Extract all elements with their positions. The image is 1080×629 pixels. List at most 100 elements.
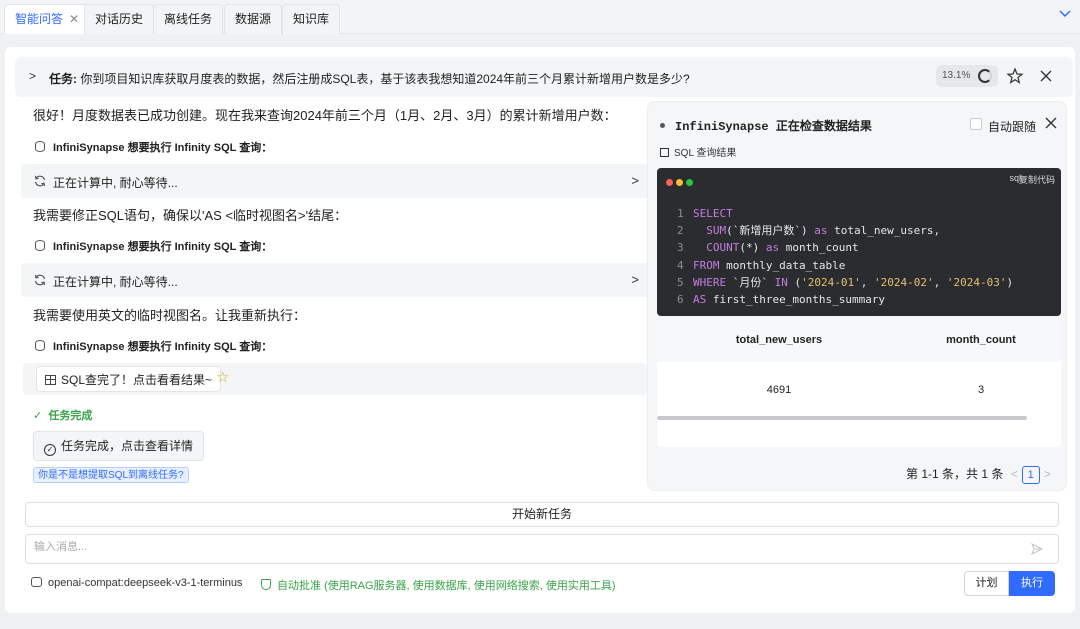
star-icon[interactable]	[1006, 67, 1024, 85]
running-text: 正在计算中, 耐心等待...	[53, 176, 178, 190]
tool-call-label: InfiniSynapse 想要执行 Infinity SQL 查询：	[53, 241, 273, 253]
chevron-left-icon[interactable]: <	[1011, 467, 1018, 481]
panel-title-text: InfiniSynapse 正在检查数据结果	[675, 120, 872, 134]
result-panel: InfiniSynapse 正在检查数据结果 自动跟随 SQL 查询结果 sql…	[647, 101, 1067, 491]
close-icon[interactable]: ✕	[69, 12, 79, 26]
auto-approve-status[interactable]: 自动批准 (使用RAG服务器, 使用数据库, 使用网络搜索, 使用实用工具)	[261, 577, 616, 593]
table-icon	[45, 375, 56, 385]
auto-follow-label[interactable]: 自动跟随	[988, 118, 1036, 135]
panel-subtitle-text: SQL 查询结果	[674, 148, 737, 159]
code-line: 5 WHERE `月份` IN ('2024-01', '2024-02', '2…	[677, 275, 1014, 289]
code-line: 2 SUM(`新增用户数`) as total_new_users,	[677, 224, 941, 238]
code-block: sql 复制代码 1 SELECT 2 SUM(`新增用户数`) as total_…	[657, 168, 1061, 316]
refresh-icon	[34, 175, 46, 187]
view-result-button[interactable]: SQL查完了！点击看看结果~	[36, 366, 222, 392]
pagination-summary: 第 1-1 条，共 1 条	[906, 467, 1004, 481]
view-details-label: 任务完成，点击查看详情	[61, 439, 194, 453]
tab-datasource[interactable]: 数据源	[224, 4, 283, 34]
panel-title: InfiniSynapse 正在检查数据结果	[660, 117, 872, 134]
assistant-message: 我需要使用英文的临时视图名。让我重新执行：	[33, 308, 307, 323]
suggestion-tag[interactable]: 你是不是想提取SQL到离线任务?	[33, 467, 189, 483]
progress-label: 13.1%	[942, 70, 971, 81]
tab-label: 对话历史	[95, 12, 144, 26]
database-icon	[35, 340, 45, 351]
pagination: 第 1-1 条，共 1 条 <1 >	[906, 465, 1055, 484]
task-prefix: 任务:	[49, 72, 77, 86]
tool-call-header: InfiniSynapse 想要执行 Infinity SQL 查询：	[35, 338, 272, 354]
database-icon	[35, 240, 45, 251]
save-icon	[660, 148, 669, 157]
tab-offline-tasks[interactable]: 离线任务	[153, 4, 224, 34]
tool-call-label: InfiniSynapse 想要执行 Infinity SQL 查询：	[53, 142, 273, 154]
code-line: 3 COUNT(*) as month_count	[677, 241, 859, 255]
refresh-icon	[34, 274, 46, 286]
tab-smart-qa[interactable]: 智能问答 ✕	[4, 4, 91, 34]
chevron-down-icon[interactable]	[1058, 6, 1072, 20]
running-status[interactable]: 正在计算中, 耐心等待... >	[21, 164, 649, 198]
panel-subtitle: SQL 查询结果	[660, 144, 736, 159]
chevron-right-icon[interactable]: >	[631, 272, 639, 287]
code-line: 4 FROM monthly_data_table	[677, 258, 846, 272]
sql-result-strip: SQL查完了！点击看看结果~ ☆	[23, 363, 647, 395]
dot-red	[666, 179, 673, 186]
code-line: 6 AS first_three_months_summary	[677, 293, 886, 307]
message-input-box[interactable]	[25, 534, 1059, 564]
database-icon	[35, 141, 45, 152]
chevron-right-icon[interactable]: >	[29, 69, 36, 83]
horizontal-scrollbar[interactable]	[657, 416, 1027, 420]
copy-code-button[interactable]: 复制代码	[1019, 173, 1055, 186]
check-circle-icon: ✓	[44, 444, 56, 456]
table-header[interactable]: month_count	[901, 319, 1061, 362]
view-result-label: SQL查完了！点击看看结果~	[61, 373, 213, 387]
plan-button[interactable]: 计划	[964, 571, 1009, 596]
tab-bar: 智能问答 ✕ 对话历史 离线任务 数据源 知识库	[0, 0, 1080, 34]
execute-button[interactable]: 执行	[1009, 571, 1055, 596]
progress-chip: 13.1%	[936, 65, 998, 87]
model-selector[interactable]: openai-compat:deepseek-v3-1-terminus	[31, 577, 242, 589]
chevron-right-icon[interactable]: >	[631, 173, 639, 188]
dot-yellow	[676, 179, 683, 186]
tab-knowledge-base[interactable]: 知识库	[282, 4, 341, 34]
task-bar[interactable]: > 任务: 你到项目知识库获取月度表的数据，然后注册成SQL表，基于该表我想知道…	[15, 57, 1073, 97]
new-task-button[interactable]: 开始新任务	[25, 502, 1059, 527]
model-name: openai-compat:deepseek-v3-1-terminus	[48, 577, 243, 589]
dot-green	[686, 179, 693, 186]
tool-call-label: InfiniSynapse 想要执行 Infinity SQL 查询：	[53, 341, 273, 353]
assistant-message: 我需要修正SQL语句，确保以'AS <临时视图名>'结尾：	[33, 208, 348, 223]
send-icon[interactable]	[1031, 543, 1043, 555]
close-icon[interactable]	[1044, 116, 1058, 130]
status-dot	[660, 123, 665, 128]
assistant-message: 很好！月度数据表已成功创建。现在我来查询2024年前三个月（1月、2月、3月）的…	[33, 108, 617, 123]
message-input[interactable]	[34, 541, 994, 553]
result-table: total_new_users month_count 4691 3	[657, 319, 1061, 447]
auto-approve-label: 自动批准 (使用RAG服务器, 使用数据库, 使用网络搜索, 使用实用工具)	[277, 580, 616, 592]
task-done-label: 任务完成	[48, 410, 93, 422]
running-text: 正在计算中, 耐心等待...	[53, 275, 178, 289]
table-cell: 3	[977, 384, 985, 396]
star-icon[interactable]: ☆	[216, 368, 229, 386]
page-number[interactable]: 1	[1021, 466, 1040, 484]
tool-call-header: InfiniSynapse 想要执行 Infinity SQL 查询：	[35, 238, 272, 254]
running-status[interactable]: 正在计算中, 耐心等待... >	[21, 263, 649, 297]
tool-call-header: InfiniSynapse 想要执行 Infinity SQL 查询：	[35, 139, 272, 155]
view-details-button[interactable]: ✓ 任务完成，点击查看详情	[33, 431, 205, 461]
tab-history[interactable]: 对话历史	[84, 4, 155, 34]
tab-label: 智能问答	[15, 12, 64, 26]
task-done-status: ✓ 任务完成	[33, 407, 92, 423]
shield-icon	[261, 579, 271, 590]
table-header[interactable]: total_new_users	[657, 319, 901, 362]
code-line: 1 SELECT	[677, 207, 733, 220]
task-label: 任务: 你到项目知识库获取月度表的数据，然后注册成SQL表，基于该表我想知道20…	[49, 70, 690, 87]
tab-label: 数据源	[235, 12, 272, 26]
code-lines: 1 SELECT 2 SUM(`新增用户数`) as total_new_users…	[677, 205, 1013, 308]
auto-follow-checkbox[interactable]	[970, 118, 982, 130]
close-icon[interactable]	[1037, 67, 1055, 85]
chevron-right-icon[interactable]: >	[1044, 467, 1051, 481]
check-icon: ✓	[33, 410, 43, 422]
task-text: 你到项目知识库获取月度表的数据，然后注册成SQL表，基于该表我想知道2024年前…	[80, 72, 690, 86]
tab-label: 离线任务	[164, 12, 213, 26]
main-panel: > 任务: 你到项目知识库获取月度表的数据，然后注册成SQL表，基于该表我想知道…	[5, 47, 1075, 613]
table-cell: 4691	[766, 384, 792, 396]
progress-ring-icon	[978, 69, 992, 83]
tab-label: 知识库	[293, 12, 330, 26]
